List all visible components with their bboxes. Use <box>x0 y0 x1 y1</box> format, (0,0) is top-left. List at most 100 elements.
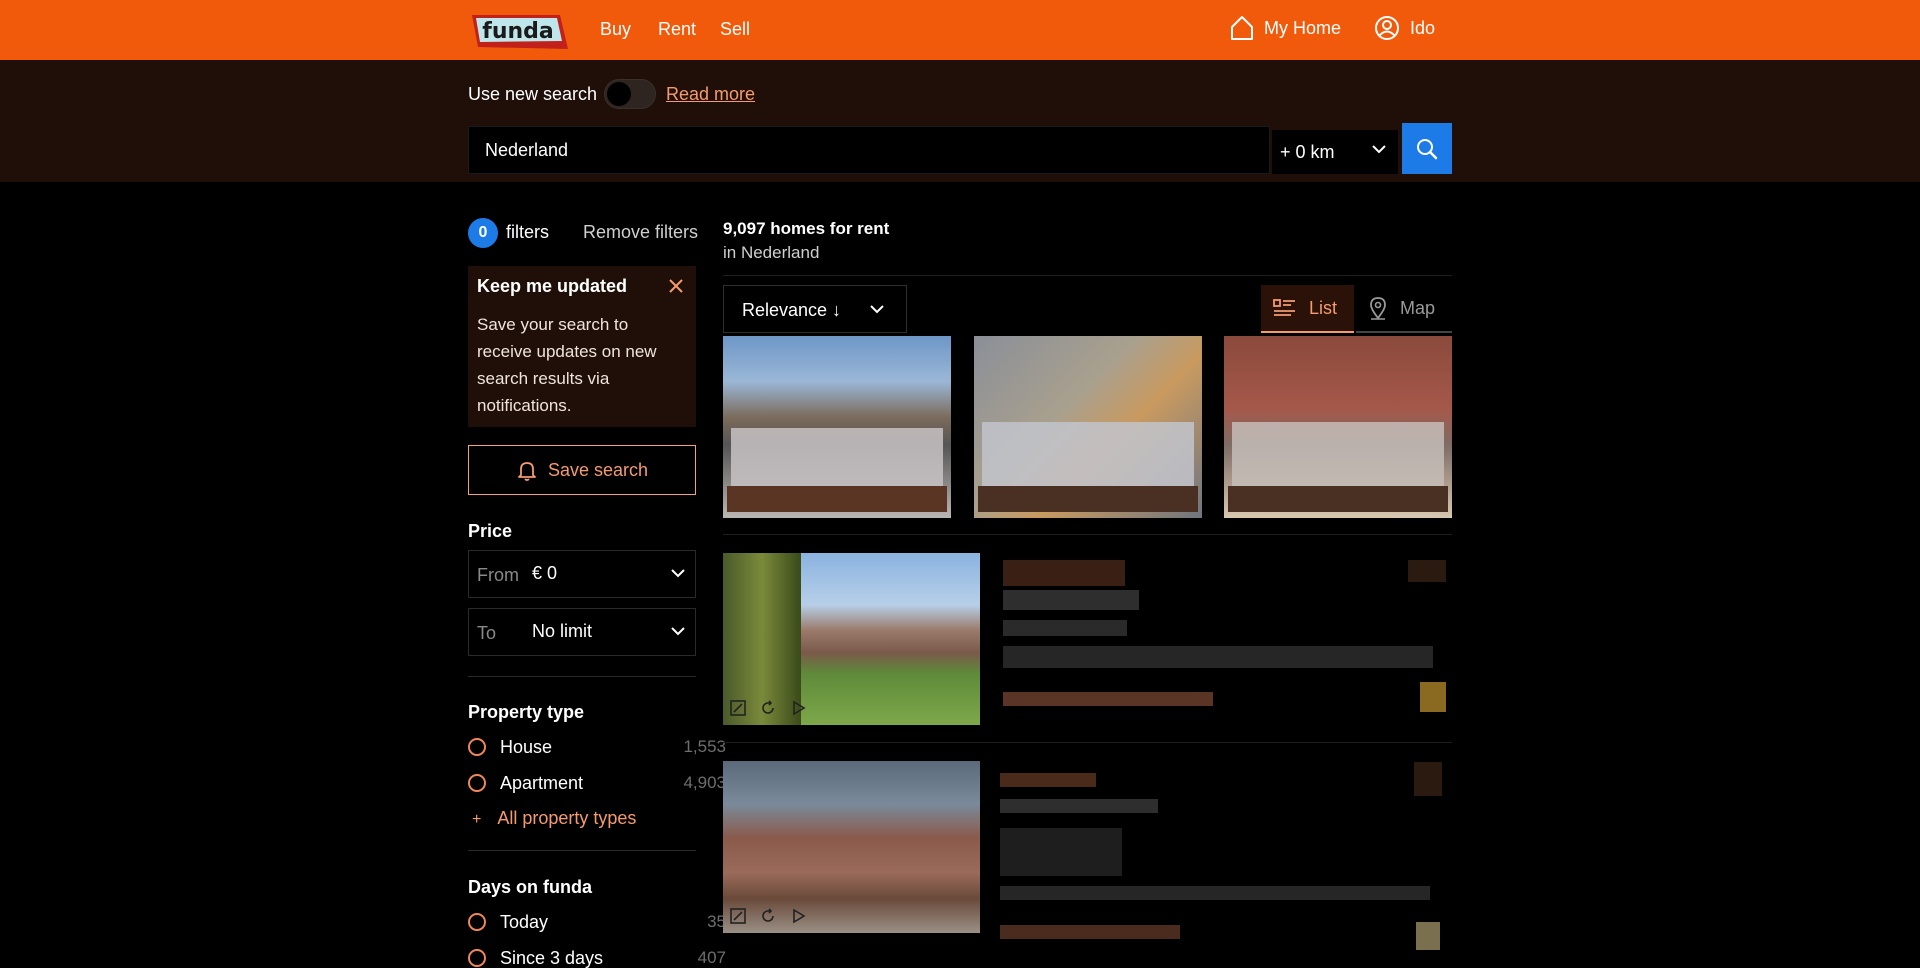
listing-price-blurred <box>1228 486 1448 512</box>
featured-listing-card[interactable] <box>723 336 951 518</box>
days-today[interactable]: Today 35 <box>468 911 726 935</box>
all-property-types-label: All property types <box>497 808 637 828</box>
filters-label: filters <box>506 222 550 242</box>
funda-logo[interactable]: funda <box>468 11 570 51</box>
remove-filters-button[interactable]: Remove filters <box>583 222 698 243</box>
radio-count: 1,553 <box>683 737 726 756</box>
featured-listing-card[interactable] <box>1224 336 1452 518</box>
radius-select[interactable]: + 0 km <box>1272 130 1398 174</box>
save-search-label: Save search <box>547 459 649 480</box>
search-icon <box>1417 138 1438 159</box>
property-type-title: Property type <box>468 702 585 722</box>
close-icon[interactable] <box>668 278 684 294</box>
price-to-label: To <box>477 623 497 643</box>
price-to-select[interactable]: To No limit <box>468 608 696 656</box>
listing-photo-card[interactable] <box>723 553 980 725</box>
bell-icon <box>518 462 536 481</box>
results-location: in Nederland <box>723 243 820 262</box>
list-view-label: List <box>1309 297 1338 318</box>
listing-badge-blurred <box>1420 682 1446 712</box>
divider <box>723 742 1452 743</box>
radio-count: 407 <box>697 948 726 967</box>
listing-price-blurred <box>1000 925 1180 939</box>
house-icon <box>1231 16 1253 40</box>
radius-value: + 0 km <box>1280 141 1335 162</box>
plus-icon: + <box>472 811 482 828</box>
sort-select[interactable]: Relevance ↓ <box>723 285 907 333</box>
logo-text: funda <box>482 19 554 44</box>
listing-tag-blurred <box>1414 762 1442 796</box>
listing-price-blurred <box>978 486 1198 512</box>
nav-rent[interactable]: Rent <box>658 19 696 40</box>
user-menu[interactable]: Ido <box>1374 15 1435 41</box>
location-value: Nederland <box>485 139 569 160</box>
listing-address-blurred <box>1000 773 1096 787</box>
price-from-value: € 0 <box>532 563 558 583</box>
360-view-icon[interactable] <box>759 699 777 717</box>
days-on-funda-title: Days on funda <box>468 877 593 897</box>
user-name: Ido <box>1410 17 1436 38</box>
photo-actions <box>729 907 807 925</box>
divider <box>723 275 1452 276</box>
read-more-link[interactable]: Read more <box>666 84 755 105</box>
360-view-icon[interactable] <box>759 907 777 925</box>
listing-city-blurred <box>1000 799 1158 813</box>
list-view-button[interactable]: List <box>1261 285 1354 333</box>
map-view-label: Map <box>1400 297 1436 318</box>
chevron-down-icon <box>870 305 884 314</box>
property-type-house[interactable]: House 1,553 <box>468 736 726 760</box>
divider <box>468 676 696 677</box>
listing-tag-blurred <box>1408 560 1446 582</box>
keep-updated-panel: Keep me updated Save your search to rece… <box>468 266 696 427</box>
listing-specs-blurred <box>1003 646 1433 668</box>
top-navigation-bar: funda Buy Rent Sell My Home Ido <box>0 0 1920 60</box>
all-property-types-link[interactable]: + All property types <box>468 808 636 829</box>
results-count: 9,097 homes for rent <box>723 219 890 238</box>
bookmark-icon[interactable] <box>729 907 747 925</box>
chevron-down-icon <box>1372 145 1386 154</box>
listing-info-blurred <box>731 428 943 488</box>
my-home-link[interactable]: My Home <box>1230 15 1341 41</box>
divider <box>468 850 696 851</box>
listing-badge-blurred <box>1416 922 1440 950</box>
location-search-input[interactable]: Nederland <box>468 126 1270 174</box>
user-icon <box>1375 16 1399 40</box>
price-to-value: No limit <box>532 621 593 641</box>
play-video-icon[interactable] <box>789 699 807 717</box>
listing-photo-card[interactable] <box>723 761 980 933</box>
listing-detail-blurred <box>1000 828 1122 876</box>
chevron-down-icon <box>671 569 685 578</box>
keep-updated-text: Save your search to receive updates on n… <box>477 315 657 415</box>
days-since-3[interactable]: Since 3 days 407 <box>468 947 726 968</box>
save-search-button[interactable]: Save search <box>468 445 696 495</box>
listing-price-blurred <box>727 486 947 512</box>
property-type-apartment[interactable]: Apartment 4,903 <box>468 772 726 796</box>
featured-listing-card[interactable] <box>974 336 1202 518</box>
play-video-icon[interactable] <box>789 907 807 925</box>
bookmark-icon[interactable] <box>729 699 747 717</box>
nav-buy[interactable]: Buy <box>600 19 631 40</box>
radio-label: Apartment <box>500 773 584 793</box>
new-search-toggle[interactable] <box>604 79 656 109</box>
radio-label: House <box>500 737 553 757</box>
radio-label: Since 3 days <box>500 948 604 968</box>
radio-icon <box>468 774 486 792</box>
listing-address-blurred <box>1003 560 1125 586</box>
toggle-knob <box>607 82 631 106</box>
radio-icon <box>468 913 486 931</box>
radio-icon <box>468 949 486 967</box>
listing-specs-blurred <box>1000 886 1430 900</box>
search-button[interactable] <box>1402 123 1452 174</box>
sort-value: Relevance ↓ <box>742 300 842 320</box>
filter-count-badge: 0 <box>468 218 498 248</box>
price-from-label: From <box>477 565 519 585</box>
new-search-label: Use new search <box>468 84 598 104</box>
list-icon <box>1273 299 1295 316</box>
keep-updated-title: Keep me updated <box>477 276 628 296</box>
map-view-button[interactable]: Map <box>1356 285 1452 333</box>
nav-sell[interactable]: Sell <box>720 19 750 40</box>
divider <box>723 534 1452 535</box>
price-from-select[interactable]: From € 0 <box>468 550 696 598</box>
radio-icon <box>468 738 486 756</box>
map-pin-icon <box>1370 297 1386 320</box>
